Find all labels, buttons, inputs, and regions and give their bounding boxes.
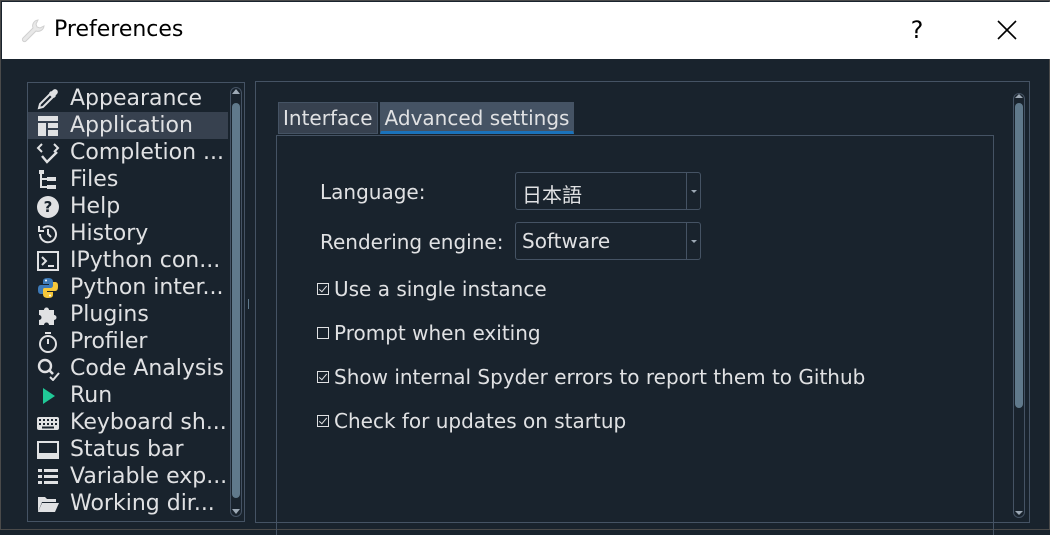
sidebar-scrollbar[interactable]: [228, 83, 244, 521]
sidebar-item-appearance[interactable]: Appearance: [28, 85, 228, 112]
sidebar-item-history[interactable]: History: [28, 220, 228, 247]
sidebar-item-files[interactable]: Files: [28, 166, 228, 193]
rendering-engine-value: Software: [522, 229, 611, 253]
sidebar-item-label: Variable exp...: [70, 464, 228, 489]
language-select[interactable]: 日本語: [515, 172, 701, 210]
checkbox-label: Check for updates on startup: [334, 409, 627, 433]
tab-content: Language: 日本語 Rendering engine: Software…: [276, 135, 994, 535]
sidebar-item-ipython-console[interactable]: IPython con...: [28, 247, 228, 274]
sidebar-item-completion[interactable]: Completion ...: [28, 139, 228, 166]
settings-panel: Interface Advanced settings Language: 日本…: [255, 81, 1030, 535]
sidebar-item-plugins[interactable]: Plugins: [28, 301, 228, 328]
checkbox-label: Show internal Spyder errors to report th…: [334, 365, 866, 389]
sidebar-item-code-analysis[interactable]: Code Analysis: [28, 355, 228, 382]
sidebar-item-run[interactable]: Run: [28, 382, 228, 409]
scrollbar-thumb[interactable]: [232, 103, 240, 498]
sidebar-item-label: Files: [70, 167, 119, 192]
sidebar-item-label: Status bar: [70, 437, 184, 462]
wrench-icon: [21, 19, 45, 43]
sidebar-item-label: Plugins: [70, 302, 149, 327]
sidebar-item-status-bar[interactable]: Status bar: [28, 436, 228, 463]
sidebar-item-help[interactable]: ? Help: [28, 193, 228, 220]
sidebar-item-application[interactable]: Application: [28, 112, 228, 139]
sidebar-item-keyboard-shortcuts[interactable]: Keyboard sh...: [28, 409, 228, 436]
chevron-down-icon: [686, 223, 700, 259]
tab-bar: Interface Advanced settings: [278, 102, 576, 134]
scroll-down-icon[interactable]: [232, 509, 240, 514]
sidebar-item-label: Application: [70, 113, 193, 138]
splitter-handle[interactable]: [247, 299, 251, 309]
sidebar-item-label: Completion ...: [70, 140, 224, 165]
sidebar-item-label: Appearance: [70, 86, 203, 111]
help-button[interactable]: ?: [897, 10, 937, 50]
layout-icon: [35, 113, 61, 139]
checkbox-checked-icon: [317, 283, 329, 295]
sidebar-item-variable-explorer[interactable]: Variable exp...: [28, 463, 228, 490]
preferences-page-list: Appearance Application Completion ... Fi…: [27, 82, 245, 522]
language-label: Language:: [320, 180, 426, 204]
checkbox-label: Prompt when exiting: [334, 321, 541, 345]
sidebar-item-label: IPython con...: [70, 248, 221, 273]
stopwatch-icon: [35, 329, 61, 355]
prompt-exit-checkbox[interactable]: Prompt when exiting: [317, 321, 541, 345]
sidebar-item-label: History: [70, 221, 149, 246]
sidebar-item-label: Working dir...: [70, 491, 215, 516]
sidebar-item-label: Python inter...: [70, 275, 224, 300]
close-icon: [997, 20, 1017, 40]
close-button[interactable]: [984, 10, 1028, 50]
checkbox-label: Use a single instance: [334, 277, 547, 301]
play-icon: [35, 383, 61, 409]
checkbox-checked-icon: [317, 371, 329, 383]
statusbar-icon: [35, 437, 61, 463]
history-icon: [35, 221, 61, 247]
title-bar: Preferences ?: [2, 2, 1050, 59]
checkbox-checked-icon: [317, 415, 329, 427]
code-check-icon: [35, 140, 61, 166]
rendering-engine-select[interactable]: Software: [515, 222, 701, 260]
preferences-dialog: Preferences ? Appearance Application Com…: [0, 0, 1050, 535]
tab-advanced-settings[interactable]: Advanced settings: [379, 102, 575, 134]
console-icon: [35, 248, 61, 274]
python-icon: [35, 275, 61, 301]
eyedropper-icon: [35, 86, 61, 112]
code-analysis-icon: [35, 356, 61, 382]
language-value: 日本語: [522, 183, 582, 207]
tab-interface[interactable]: Interface: [278, 102, 378, 134]
panel-scrollbar[interactable]: [1011, 93, 1027, 518]
rendering-engine-label: Rendering engine:: [320, 230, 504, 254]
window-title: Preferences: [54, 17, 184, 42]
keyboard-icon: [35, 410, 61, 436]
check-updates-checkbox[interactable]: Check for updates on startup: [317, 409, 626, 433]
sidebar-item-label: Keyboard sh...: [70, 410, 227, 435]
list-icon: [35, 464, 61, 490]
folder-icon: [35, 491, 61, 517]
puzzle-icon: [35, 302, 61, 328]
sidebar-item-label: Code Analysis: [70, 356, 224, 381]
single-instance-checkbox[interactable]: Use a single instance: [317, 277, 547, 301]
report-errors-checkbox[interactable]: Show internal Spyder errors to report th…: [317, 365, 865, 389]
sidebar-item-label: Profiler: [70, 329, 148, 354]
scroll-up-icon[interactable]: [232, 89, 240, 94]
sidebar-item-label: Help: [70, 194, 121, 219]
sidebar-item-working-directory[interactable]: Working dir...: [28, 490, 228, 517]
file-tree-icon: [35, 167, 61, 193]
help-circle-icon: ?: [35, 194, 61, 220]
svg-text:?: ?: [44, 198, 53, 216]
sidebar-item-python-interpreter[interactable]: Python inter...: [28, 274, 228, 301]
checkbox-unchecked-icon: [317, 327, 329, 339]
scroll-down-icon[interactable]: [1015, 511, 1023, 515]
scroll-up-icon[interactable]: [1015, 94, 1023, 98]
chevron-down-icon: [686, 173, 700, 209]
sidebar-item-label: Run: [70, 383, 113, 408]
scrollbar-thumb[interactable]: [1015, 103, 1023, 408]
sidebar-item-profiler[interactable]: Profiler: [28, 328, 228, 355]
